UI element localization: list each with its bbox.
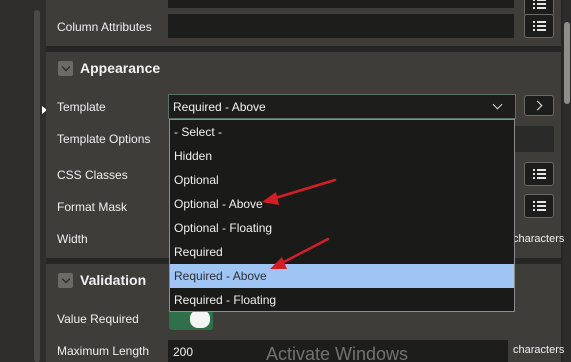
appearance-title: Appearance [80, 60, 161, 76]
template-dropdown-list[interactable]: - Select - Hidden Optional Optional - Ab… [169, 119, 515, 312]
max-length-value: 200 [173, 345, 194, 359]
column-attributes-list-button[interactable] [524, 14, 554, 38]
dropdown-option[interactable]: Required [170, 240, 514, 264]
dropdown-option[interactable]: Optional [170, 168, 514, 192]
right-scrollbar-thumb[interactable] [564, 22, 570, 104]
dropdown-option[interactable]: Required - Floating [170, 288, 514, 312]
windows-activation-watermark: Activate Windows [266, 344, 409, 362]
left-scrollbar[interactable] [34, 10, 40, 362]
css-classes-label: CSS Classes [57, 168, 128, 182]
chevron-down-icon[interactable] [58, 272, 73, 288]
dropdown-option-selected[interactable]: Required - Above [170, 264, 514, 288]
template-options-label: Template Options [57, 132, 151, 146]
appearance-header[interactable]: Appearance [58, 53, 160, 83]
template-next-button[interactable] [524, 95, 554, 116]
list-icon [533, 21, 546, 32]
chevron-down-icon [492, 99, 503, 110]
validation-title: Validation [80, 272, 147, 288]
previous-field[interactable] [168, 0, 514, 8]
dropdown-option[interactable]: - Select - [170, 120, 514, 144]
list-icon [533, 169, 546, 180]
max-length-unit: characters [513, 344, 565, 356]
template-label: Template [57, 100, 106, 114]
column-attributes-field[interactable] [168, 14, 514, 38]
list-icon [533, 201, 546, 212]
toggle-knob [190, 310, 210, 328]
css-classes-list-button[interactable] [524, 162, 554, 186]
dropdown-option[interactable]: Optional - Floating [170, 216, 514, 240]
max-length-label: Maximum Length [57, 344, 150, 358]
width-label: Width [57, 232, 88, 246]
chevron-down-icon[interactable] [58, 60, 73, 76]
column-attributes-label: Column Attributes [57, 20, 152, 34]
width-unit: characters [513, 233, 565, 245]
template-options-field[interactable] [514, 126, 554, 152]
value-required-label: Value Required [57, 312, 139, 326]
list-icon [533, 0, 546, 10]
template-select[interactable]: Required - Above [168, 94, 516, 119]
dropdown-option[interactable]: Hidden [170, 144, 514, 168]
validation-header[interactable]: Validation [58, 265, 146, 295]
dropdown-option[interactable]: Optional - Above [170, 192, 514, 216]
template-select-value: Required - Above [173, 100, 266, 114]
format-mask-label: Format Mask [57, 200, 128, 214]
format-mask-list-button[interactable] [524, 194, 554, 218]
